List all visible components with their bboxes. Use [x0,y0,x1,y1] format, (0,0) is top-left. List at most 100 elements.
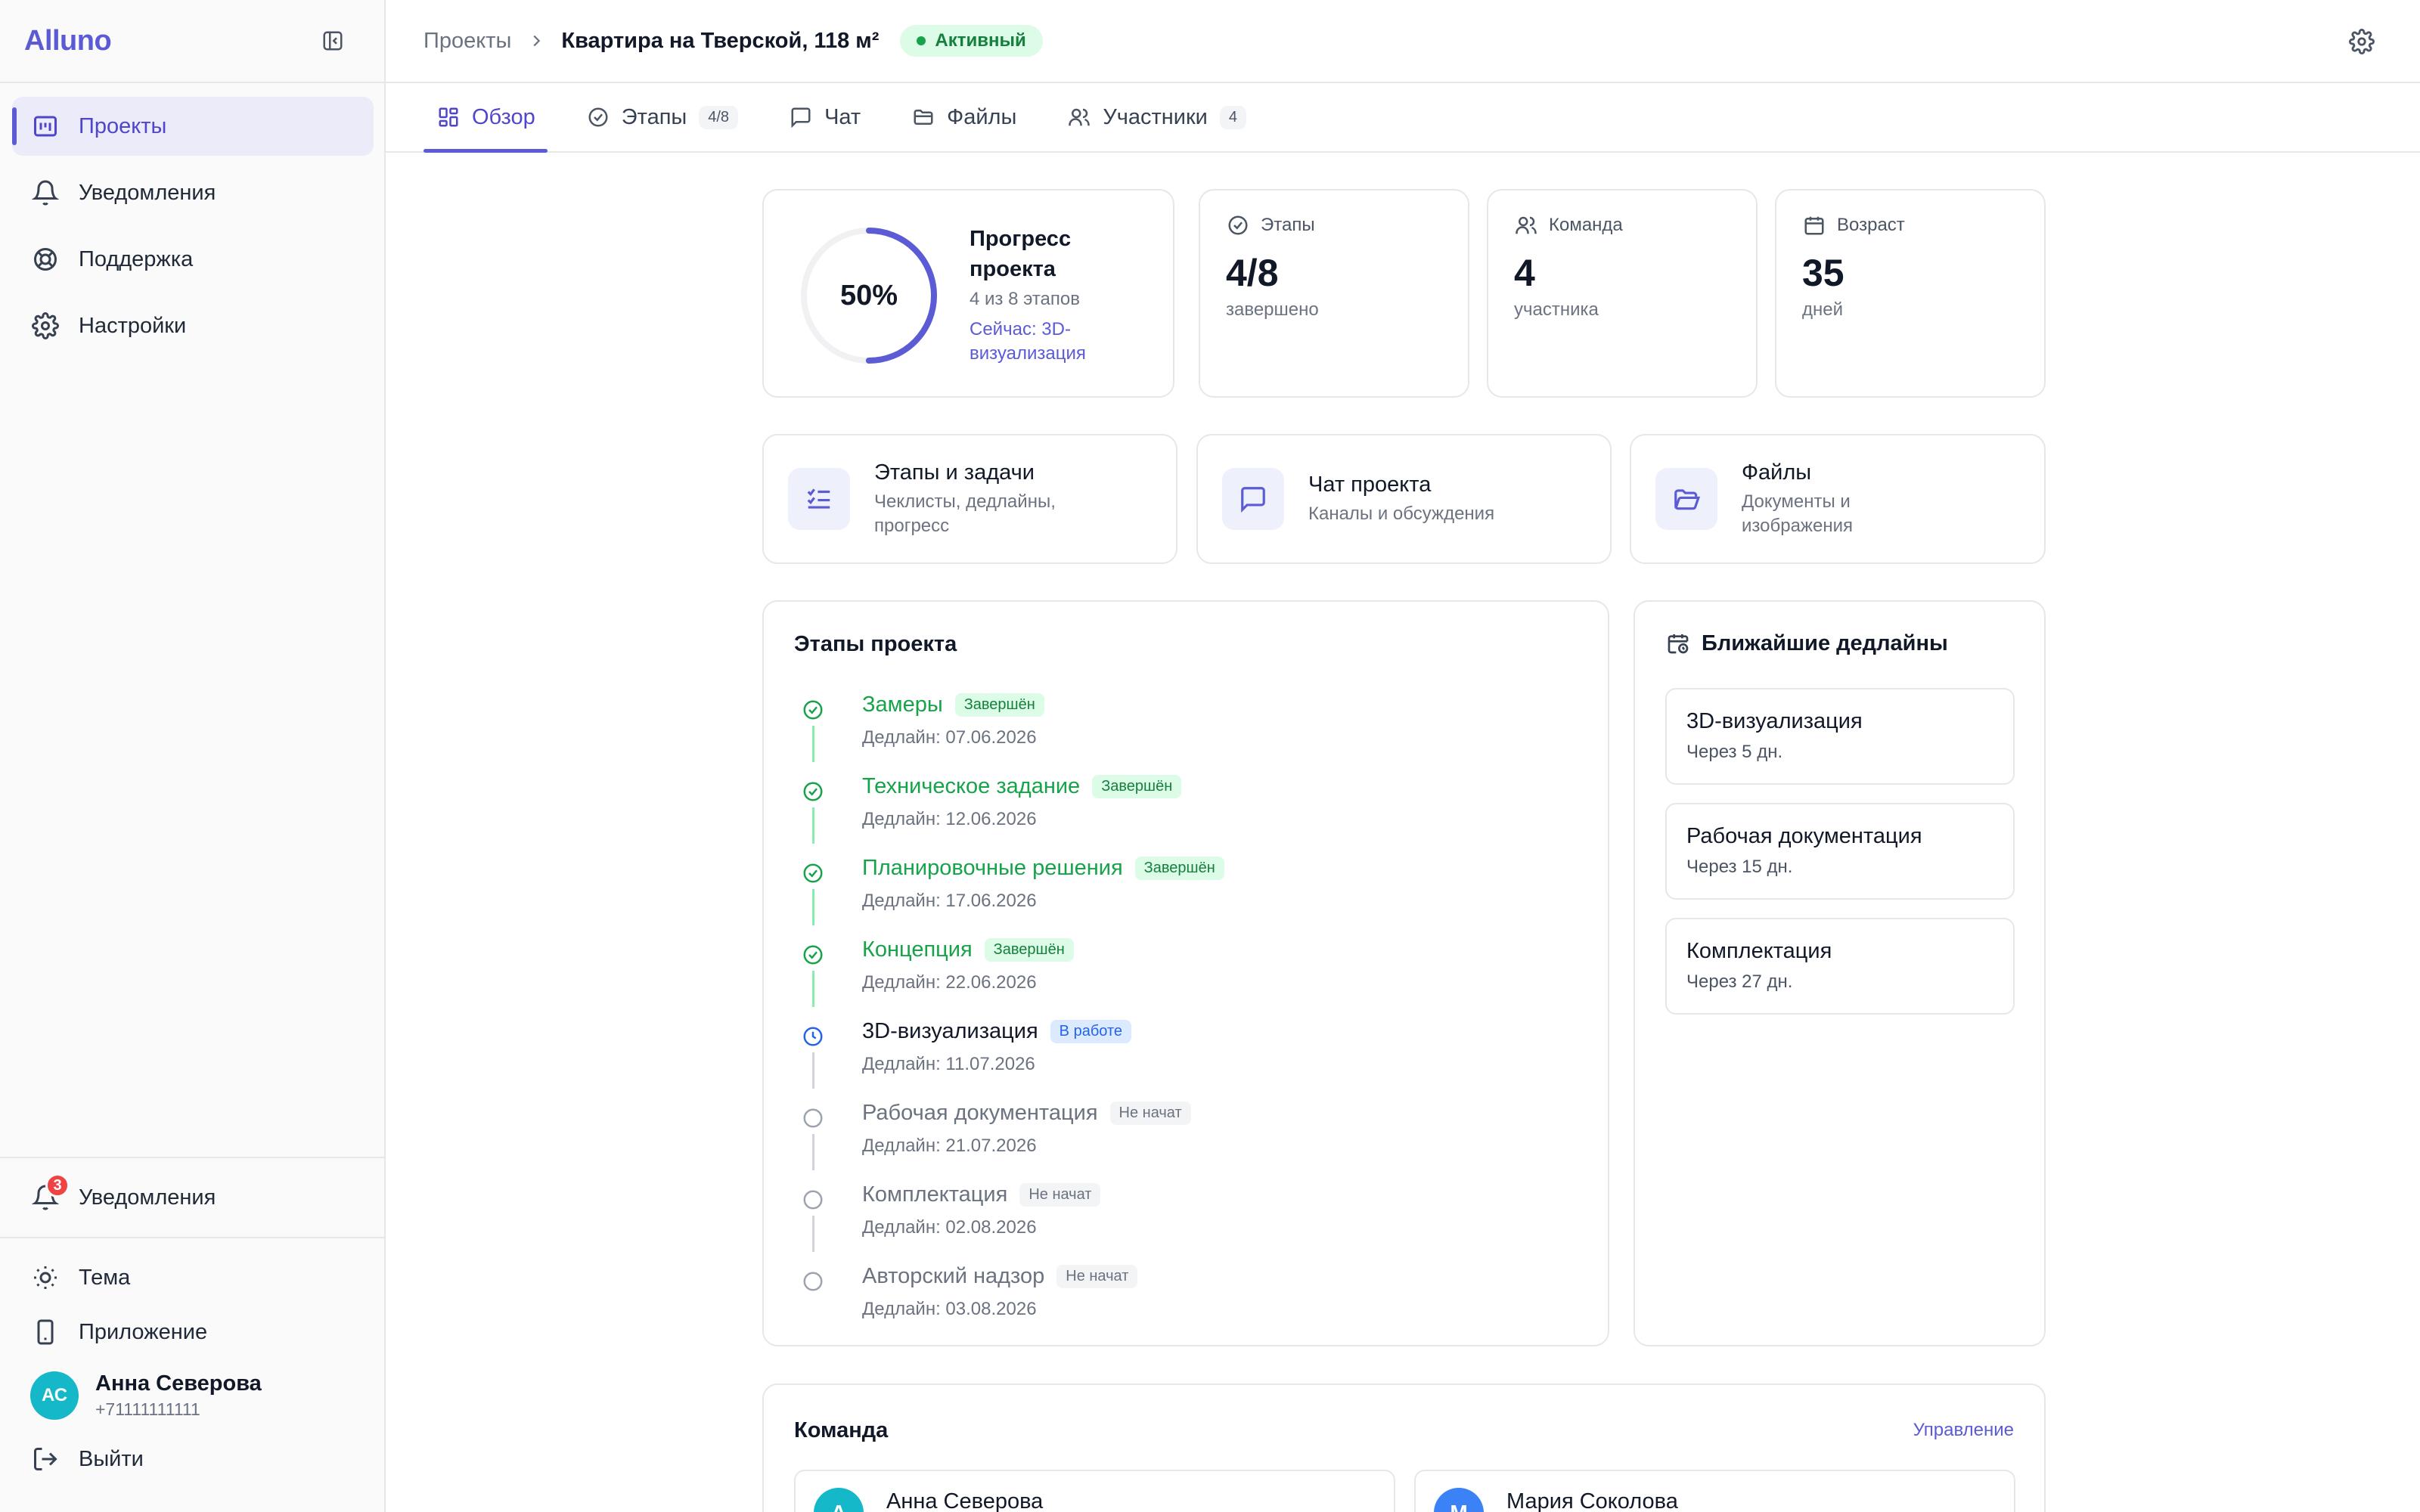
deadline-item[interactable]: 3D-визуализация Через 5 дн. [1665,688,2015,785]
team-card: Команда Управление А Анна Северова М Мар… [762,1383,2046,1512]
sidebar-collapse-icon[interactable] [321,29,345,53]
user-profile[interactable]: АС Анна Северова +71111111111 [0,1359,384,1432]
avatar: АС [30,1371,79,1420]
deadline-when: Через 5 дн. [1686,742,1783,762]
stage-status-badge: Завершён [984,938,1074,962]
quick-link-chat[interactable]: Чат проекта Каналы и обсуждения [1196,434,1612,564]
brand-row: Alluno [0,0,384,83]
tab-label: Участники [1103,104,1208,129]
notification-count-badge: 3 [45,1173,70,1198]
tab-chat[interactable]: Чат [776,83,873,151]
avatar: М [1434,1488,1484,1512]
theme-toggle[interactable]: Тема [0,1250,384,1305]
sidebar: Alluno Проекты Уведомления Поддержка Нас… [0,0,386,1512]
stage-connector [812,1052,814,1089]
stage-connector [812,1216,814,1252]
empty-circle-icon [802,1188,824,1211]
stage-name: Авторский надзор [862,1264,1045,1288]
stage-name: Техническое задание [862,774,1081,798]
sidebar-item-support[interactable]: Поддержка [12,230,374,289]
avatar: А [814,1488,864,1512]
tab-stages[interactable]: Этапы 4/8 [573,83,750,151]
stat-card-age: Возраст 35 дней [1775,189,2046,398]
tab-label: Этапы [621,104,687,129]
deadline-name: 3D-визуализация [1686,709,1863,733]
quick-link-stages[interactable]: Этапы и задачи Чеклисты, дедлайны, прогр… [762,434,1177,564]
lifebuoy-icon [30,244,60,274]
tab-label: Обзор [472,104,535,129]
sun-icon [30,1263,60,1293]
status-label: Активный [935,30,1026,51]
stage-status-badge: Не начат [1019,1183,1101,1207]
smartphone-icon [30,1317,60,1347]
checklist-icon [788,468,850,530]
stage-connector [812,1134,814,1170]
quick-link-title: Чат проекта [1308,472,1432,497]
user-phone: +71111111111 [95,1399,200,1419]
sidebar-item-projects[interactable]: Проекты [12,97,374,156]
stage-deadline: Дедлайн: 22.06.2026 [862,972,1037,993]
deadline-item[interactable]: Рабочая документация Через 15 дн. [1665,803,2015,900]
check-circle-icon [1226,213,1250,237]
logout-button[interactable]: Выйти [0,1432,384,1486]
stage-status-badge: Не начат [1109,1101,1191,1125]
chat-icon [1222,468,1284,530]
status-badge: Активный [900,25,1043,57]
stage-deadline: Дедлайн: 07.06.2026 [862,727,1037,748]
tab-files[interactable]: Файлы [898,83,1028,151]
member-name: Мария Соколова [1506,1489,1678,1512]
section-title: Ближайшие дедлайны [1702,631,1948,655]
check-circle-icon [802,780,824,803]
empty-circle-icon [802,1270,824,1293]
stage-name: Комплектация [862,1182,1008,1207]
stage-connector [812,889,814,925]
calendar-icon [1802,213,1826,237]
team-member[interactable]: М Мария Соколова [1414,1470,2015,1512]
tab-overview[interactable]: Обзор [424,83,548,153]
sidebar-item-notifications[interactable]: Уведомления [12,163,374,222]
users-icon [1514,213,1538,237]
progress-current-stage: Сейчас: 3D-визуализация [970,319,1086,364]
stage-item[interactable]: Замеры Завершён Дедлайн: 07.06.2026 [802,685,1558,767]
stage-item[interactable]: Планировочные решения Завершён Дедлайн: 17… [802,848,1558,930]
app-download-button[interactable]: Приложение [0,1305,384,1359]
progress-title: Прогресс проекта [970,227,1072,281]
stage-deadline: Дедлайн: 17.06.2026 [862,891,1037,911]
stage-item[interactable]: Авторский надзор Не начат Дедлайн: 03.08.2… [802,1256,1558,1338]
tab-label: Чат [824,104,861,129]
check-circle-icon [802,862,824,885]
breadcrumb-projects-link[interactable]: Проекты [424,29,511,54]
sidebar-notifications-button[interactable]: 3 Уведомления [0,1158,384,1237]
deadline-item[interactable]: Комплектация Через 27 дн. [1665,918,2015,1015]
team-manage-link[interactable]: Управление [1913,1420,2014,1441]
stat-value: 4 [1514,252,1535,294]
sidebar-item-settings[interactable]: Настройки [12,296,374,355]
team-member[interactable]: А Анна Северова [794,1470,1395,1512]
stage-deadline: Дедлайн: 02.08.2026 [862,1217,1037,1238]
quick-link-files[interactable]: Файлы Документы и изображения [1630,434,2046,564]
project-settings-gear-icon[interactable] [2349,29,2376,56]
stage-name: Планировочные решения [862,856,1123,880]
stage-item[interactable]: 3D-визуализация В работе Дедлайн: 11.07.20… [802,1012,1558,1093]
tab-members[interactable]: Участники 4 [1054,83,1258,151]
stage-item[interactable]: Техническое задание Завершён Дедлайн: 12.0… [802,767,1558,848]
stage-connector [812,971,814,1007]
stage-deadline: Дедлайн: 21.07.2026 [862,1136,1037,1156]
brand-logo[interactable]: Alluno [24,25,112,57]
progress-subtitle: 4 из 8 этапов [970,289,1080,309]
stage-item[interactable]: Рабочая документация Не начат Дедлайн: 21.… [802,1093,1558,1175]
stage-name: Замеры [862,692,943,717]
stage-item[interactable]: Концепция Завершён Дедлайн: 22.06.2026 [802,930,1558,1012]
sidebar-item-label: Настройки [79,313,187,338]
calendar-clock-icon [1665,631,1691,656]
bell-icon: 3 [30,1173,70,1213]
stage-connector [812,807,814,844]
stage-item[interactable]: Комплектация Не начат Дедлайн: 02.08.2026 [802,1175,1558,1256]
logout-label: Выйти [79,1446,144,1471]
folder-icon [911,104,936,130]
sidebar-item-label: Проекты [79,113,167,138]
chat-icon [788,104,814,130]
project-tabs: Обзор Этапы 4/8 Чат Файлы Участники 4 [386,83,2420,153]
quick-link-subtitle: Каналы и обсуждения [1308,503,1495,524]
sidebar-footer: 3 Уведомления Тема Приложение АС Анна Се… [0,1157,384,1486]
